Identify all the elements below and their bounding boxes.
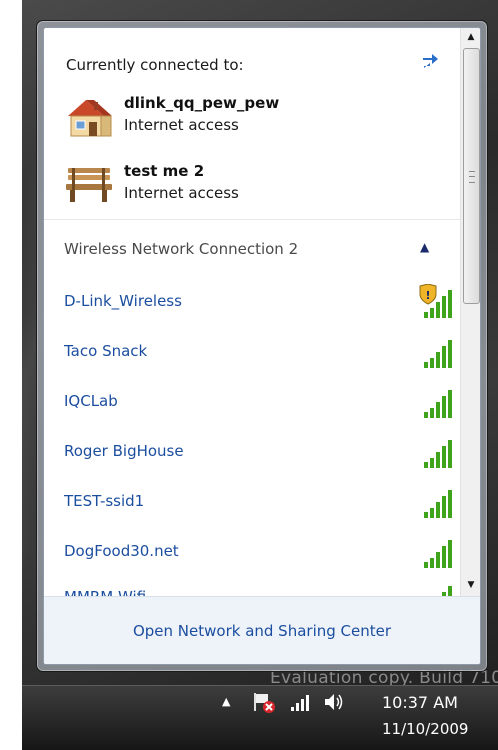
flyout-panel: Currently connected to: dlink_qq_pew_pew…: [43, 27, 481, 665]
vertical-scrollbar[interactable]: ▲ ▼: [460, 28, 480, 596]
svg-text:!: !: [425, 289, 430, 302]
wifi-network-item[interactable]: MMRM-Wifi: [64, 576, 454, 596]
chevron-up-icon[interactable]: ▲: [420, 240, 429, 254]
connected-network-item[interactable]: dlink_qq_pew_pew Internet access: [64, 94, 434, 144]
wifi-network-name: D-Link_Wireless: [64, 292, 182, 310]
scrollbar-grip-icon: [469, 171, 475, 183]
section-divider: [44, 219, 460, 220]
connected-network-status: Internet access: [124, 116, 239, 134]
connected-network-name: dlink_qq_pew_pew: [124, 94, 280, 112]
wifi-network-item[interactable]: IQCLab: [64, 380, 454, 424]
signal-strength-shield-icon: !: [416, 283, 456, 320]
bench-icon: [64, 162, 116, 208]
signal-strength-icon: [416, 334, 456, 370]
network-flyout: Currently connected to: dlink_qq_pew_pew…: [36, 20, 488, 672]
wifi-network-item[interactable]: Taco Snack: [64, 330, 454, 374]
desktop-edge: [0, 0, 22, 749]
house-icon: [64, 94, 116, 140]
wifi-network-item[interactable]: TEST-ssid1: [64, 480, 454, 524]
connected-network-item[interactable]: test me 2 Internet access: [64, 162, 434, 212]
flyout-footer: Open Network and Sharing Center: [44, 596, 480, 664]
wifi-network-name: MMRM-Wifi: [64, 588, 146, 596]
wifi-network-name: DogFood30.net: [64, 542, 179, 560]
scroll-up-arrow-icon[interactable]: ▲: [461, 28, 480, 46]
volume-icon[interactable]: [320, 687, 350, 717]
open-network-sharing-center-link[interactable]: Open Network and Sharing Center: [133, 622, 391, 640]
clock-time[interactable]: 10:37 AM: [382, 693, 458, 712]
show-hidden-icons-icon[interactable]: ▲: [222, 695, 230, 708]
signal-strength-icon: [416, 534, 456, 570]
wifi-network-item[interactable]: Roger BigHouse: [64, 430, 454, 474]
wifi-network-name: Taco Snack: [64, 342, 148, 360]
wifi-network-name: TEST-ssid1: [64, 492, 145, 510]
signal-strength-icon: [416, 484, 456, 520]
scrollbar-thumb[interactable]: [463, 48, 480, 304]
scroll-down-arrow-icon[interactable]: ▼: [461, 576, 480, 594]
connected-network-status: Internet access: [124, 184, 239, 202]
wifi-network-name: Roger BigHouse: [64, 442, 184, 460]
wifi-network-item[interactable]: DogFood30.net: [64, 530, 454, 574]
section-title: Wireless Network Connection 2: [64, 240, 299, 258]
flyout-content: Currently connected to: dlink_qq_pew_pew…: [44, 28, 460, 596]
network-signal-icon[interactable]: [286, 687, 316, 717]
refresh-icon[interactable]: [420, 50, 444, 70]
action-center-flag-icon[interactable]: [248, 687, 278, 717]
signal-strength-icon: [416, 580, 456, 596]
connected-network-name: test me 2: [124, 162, 205, 180]
signal-strength-icon: [416, 434, 456, 470]
wifi-network-name: IQCLab: [64, 392, 118, 410]
signal-strength-icon: [416, 384, 456, 420]
wifi-network-item[interactable]: D-Link_Wireless !: [64, 280, 454, 324]
clock-date[interactable]: 11/10/2009: [382, 720, 468, 738]
connected-header: Currently connected to:: [66, 56, 244, 74]
